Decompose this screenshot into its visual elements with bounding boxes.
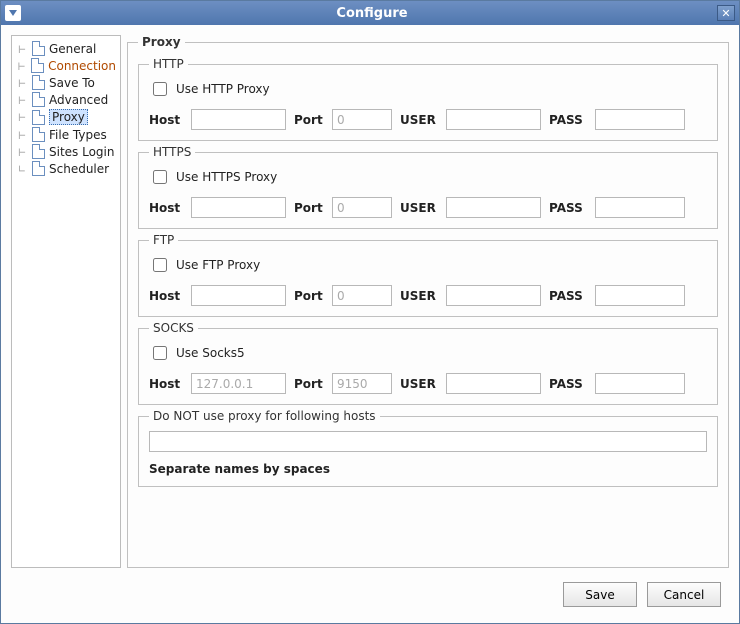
page-icon [32,110,45,125]
page-icon [32,144,45,159]
http-port-label: Port [294,113,324,127]
https-pass-input[interactable] [595,197,685,218]
ftp-fieldset: FTP Use FTP Proxy Host Port USER PASS [138,233,718,317]
http-user-input[interactable] [446,109,541,130]
no-proxy-note: Separate names by spaces [149,462,707,476]
http-host-label: Host [149,113,183,127]
use-http-proxy-label: Use HTTP Proxy [176,82,270,96]
https-port-input[interactable] [332,197,392,218]
sidebar-item-save-to[interactable]: ⊢ Save To [14,74,118,91]
page-icon [32,75,45,90]
socks-user-label: USER [400,377,438,391]
page-icon [32,161,45,176]
socks-pass-input[interactable] [595,373,685,394]
http-legend: HTTP [149,57,188,71]
app-icon [5,5,21,21]
configure-window: Configure ✕ ⊢ General ⊢ Connection ⊢ Sav… [0,0,740,624]
use-https-proxy-checkbox[interactable] [153,170,167,184]
tree-branch-icon: ⊢ [16,42,28,56]
https-legend: HTTPS [149,145,195,159]
proxy-legend: Proxy [138,35,185,49]
body-area: ⊢ General ⊢ Connection ⊢ Save To ⊢ Advan… [1,25,739,568]
socks-host-input[interactable] [191,373,286,394]
https-host-label: Host [149,201,183,215]
save-button[interactable]: Save [563,582,637,607]
socks-port-input[interactable] [332,373,392,394]
page-icon [32,127,45,142]
http-fieldset: HTTP Use HTTP Proxy Host Port USER PASS [138,57,718,141]
socks-legend: SOCKS [149,321,198,335]
tree-branch-icon: ⊢ [16,76,28,90]
ftp-host-label: Host [149,289,183,303]
ftp-host-input[interactable] [191,285,286,306]
no-proxy-fieldset: Do NOT use proxy for following hosts Sep… [138,409,718,487]
ftp-pass-label: PASS [549,289,587,303]
page-icon [32,92,45,107]
use-socks5-checkbox[interactable] [153,346,167,360]
socks-port-label: Port [294,377,324,391]
http-pass-label: PASS [549,113,587,127]
sidebar-item-label: Scheduler [49,162,109,176]
ftp-user-input[interactable] [446,285,541,306]
download-arrow-icon [9,10,17,16]
sidebar-item-general[interactable]: ⊢ General [14,40,118,57]
https-fieldset: HTTPS Use HTTPS Proxy Host Port USER PAS… [138,145,718,229]
sidebar-item-connection[interactable]: ⊢ Connection [14,57,118,74]
https-host-input[interactable] [191,197,286,218]
http-port-input[interactable] [332,109,392,130]
https-user-input[interactable] [446,197,541,218]
ftp-user-label: USER [400,289,438,303]
page-icon [31,58,44,73]
ftp-pass-input[interactable] [595,285,685,306]
ftp-legend: FTP [149,233,178,247]
page-icon [32,41,45,56]
close-icon: ✕ [721,7,730,20]
sidebar-item-label: Proxy [49,109,88,125]
http-pass-input[interactable] [595,109,685,130]
category-tree[interactable]: ⊢ General ⊢ Connection ⊢ Save To ⊢ Advan… [11,35,121,568]
tree-branch-icon: ∟ [16,162,28,176]
no-proxy-legend: Do NOT use proxy for following hosts [149,409,380,423]
sidebar-item-label: Save To [49,76,95,90]
window-title: Configure [27,6,717,21]
sidebar-item-advanced[interactable]: ⊢ Advanced [14,91,118,108]
ftp-port-label: Port [294,289,324,303]
use-https-proxy-label: Use HTTPS Proxy [176,170,277,184]
use-ftp-proxy-checkbox[interactable] [153,258,167,272]
tree-branch-icon: ⊢ [16,93,28,107]
socks-fieldset: SOCKS Use Socks5 Host Port USER PASS [138,321,718,405]
sidebar-item-file-types[interactable]: ⊢ File Types [14,126,118,143]
cancel-button[interactable]: Cancel [647,582,721,607]
https-port-label: Port [294,201,324,215]
titlebar: Configure ✕ [1,1,739,25]
tree-branch-icon: ⊢ [16,128,28,142]
sidebar-item-label: Connection [48,59,116,73]
use-http-proxy-checkbox[interactable] [153,82,167,96]
tree-branch-icon: ⊢ [16,145,28,159]
tree-branch-icon: ⊢ [16,59,27,73]
sidebar-item-sites-login[interactable]: ⊢ Sites Login [14,143,118,160]
use-ftp-proxy-label: Use FTP Proxy [176,258,260,272]
proxy-fieldset: Proxy HTTP Use HTTP Proxy Host Port USER [127,35,729,568]
use-socks5-label: Use Socks5 [176,346,245,360]
socks-user-input[interactable] [446,373,541,394]
no-proxy-hosts-input[interactable] [149,431,707,452]
button-bar: Save Cancel [1,568,739,623]
https-user-label: USER [400,201,438,215]
sidebar-item-label: General [49,42,96,56]
close-button[interactable]: ✕ [717,5,735,21]
sidebar-item-label: File Types [49,128,107,142]
sidebar-item-scheduler[interactable]: ∟ Scheduler [14,160,118,177]
sidebar-item-proxy[interactable]: ⊢ Proxy [14,108,118,126]
http-host-input[interactable] [191,109,286,130]
sidebar-item-label: Sites Login [49,145,114,159]
https-pass-label: PASS [549,201,587,215]
socks-host-label: Host [149,377,183,391]
ftp-port-input[interactable] [332,285,392,306]
sidebar-item-label: Advanced [49,93,108,107]
socks-pass-label: PASS [549,377,587,391]
tree-branch-icon: ⊢ [16,110,28,124]
main-panel: Proxy HTTP Use HTTP Proxy Host Port USER [127,35,729,568]
http-user-label: USER [400,113,438,127]
